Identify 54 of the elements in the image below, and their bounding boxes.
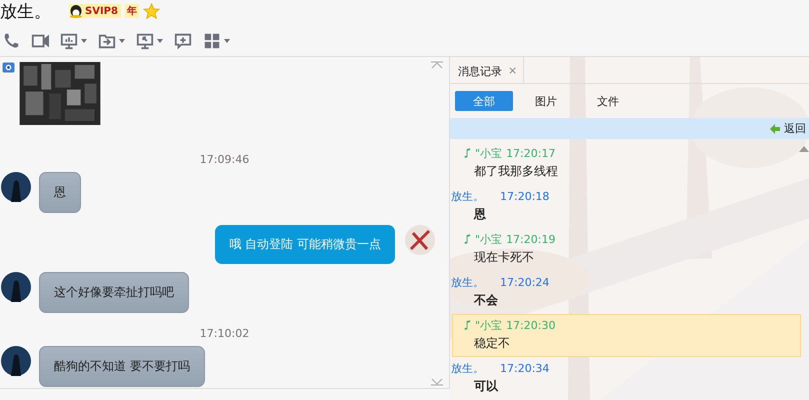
music-note-icon [464, 234, 471, 244]
contact-name: 放生。 [0, 0, 51, 22]
avatar-icon [1, 172, 31, 202]
back-button[interactable]: 返回 [770, 121, 809, 136]
video-icon[interactable] [31, 32, 49, 50]
timestamp: 17:10:02 [198, 327, 250, 340]
star-icon [142, 2, 160, 20]
caret-icon[interactable] [119, 39, 125, 43]
sent-message: 哦 自动登陆 可能稍微贵一点 [215, 225, 395, 264]
message-text: 恩 [472, 206, 487, 223]
message-history-tab[interactable]: 消息记录 × [450, 57, 524, 83]
folder-icon[interactable] [98, 32, 116, 50]
message-time: 17:20:19 [506, 232, 556, 246]
message-text: 都了我那多线程 [473, 163, 559, 180]
share-icon[interactable] [136, 32, 154, 50]
received-message: 恩 [39, 172, 81, 213]
avatar-icon [1, 272, 31, 302]
message-time: 17:20:18 [500, 190, 550, 202]
music-note-icon [464, 148, 471, 158]
screen-icon[interactable] [60, 32, 78, 50]
penguin-icon [69, 4, 83, 18]
sender-name: "小宝 [475, 232, 502, 246]
message-text: 现在卡死不 [473, 249, 535, 266]
message-time: 17:20:24 [500, 276, 550, 288]
caret-icon[interactable] [224, 39, 230, 43]
filter-tab[interactable]: 文件 [579, 91, 637, 111]
message-time: 17:20:34 [500, 362, 550, 374]
message-time: 17:20:30 [506, 318, 556, 332]
message-text: 可以 [473, 378, 500, 395]
scroll-up-icon[interactable] [799, 146, 809, 152]
avatar-icon [405, 225, 435, 255]
phone-icon[interactable] [2, 32, 20, 50]
svip-badge: SVIP8 [69, 4, 121, 18]
sender-name: 放生。 [451, 360, 484, 376]
avatar-icon [1, 346, 31, 376]
year-badge: 年 [124, 4, 139, 18]
message-text: 不会 [472, 292, 499, 309]
caret-icon[interactable] [157, 39, 163, 43]
filter-tab[interactable]: 图片 [517, 91, 575, 111]
message-text: 稳定不 [473, 335, 511, 352]
sender-name: "小宝 [475, 318, 502, 332]
message-icon[interactable] [174, 32, 192, 50]
sender-name: "小宝 [475, 146, 502, 160]
caret-icon[interactable] [81, 39, 87, 43]
received-message: 酷狗的不知道 要不要打吗 [39, 346, 205, 387]
timestamp: 17:09:46 [198, 153, 250, 166]
received-message: 这个好像要牵扯打吗吧 [39, 272, 189, 313]
arrow-left-icon [770, 124, 780, 134]
music-note-icon [464, 320, 471, 330]
message-time: 17:20:17 [506, 146, 556, 160]
apps-icon[interactable] [203, 32, 221, 50]
sender-name: 放生。 [451, 274, 484, 290]
filter-tab[interactable]: 全部 [455, 91, 513, 111]
sender-name: 放生。 [451, 188, 484, 204]
